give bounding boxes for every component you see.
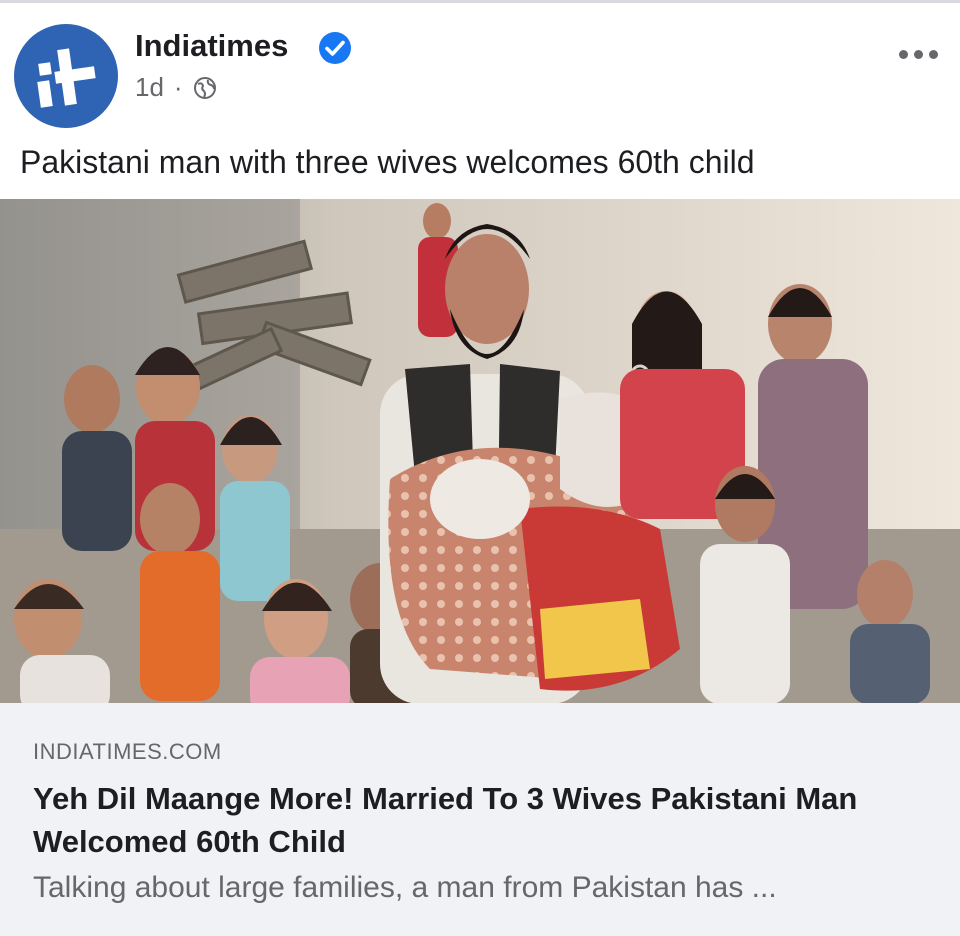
post-header: Indiatimes 1d · bbox=[0, 14, 960, 128]
post-meta: 1d · bbox=[135, 72, 217, 103]
meta-separator: · bbox=[173, 72, 183, 102]
link-preview-card[interactable]: INDIATIMES.COM Yeh Dil Maange More! Marr… bbox=[0, 703, 960, 936]
post-timestamp[interactable]: 1d bbox=[135, 72, 164, 103]
link-preview-image[interactable] bbox=[0, 199, 960, 703]
indiatimes-logo-icon bbox=[37, 48, 96, 108]
link-domain: INDIATIMES.COM bbox=[33, 739, 222, 764]
more-options-button[interactable] bbox=[899, 50, 938, 59]
more-options-icon bbox=[899, 50, 908, 59]
link-title[interactable]: Yeh Dil Maange More! Married To 3 Wives … bbox=[33, 777, 913, 863]
family-photo bbox=[0, 199, 960, 703]
link-description: Talking about large families, a man from… bbox=[33, 871, 777, 904]
post-caption: Pakistani man with three wives welcomes … bbox=[20, 144, 755, 180]
page-name-link[interactable]: Indiatimes bbox=[135, 28, 288, 64]
verified-badge-icon bbox=[319, 32, 351, 64]
top-divider bbox=[0, 0, 960, 3]
globe-icon bbox=[193, 76, 216, 99]
page-avatar[interactable] bbox=[14, 24, 118, 128]
